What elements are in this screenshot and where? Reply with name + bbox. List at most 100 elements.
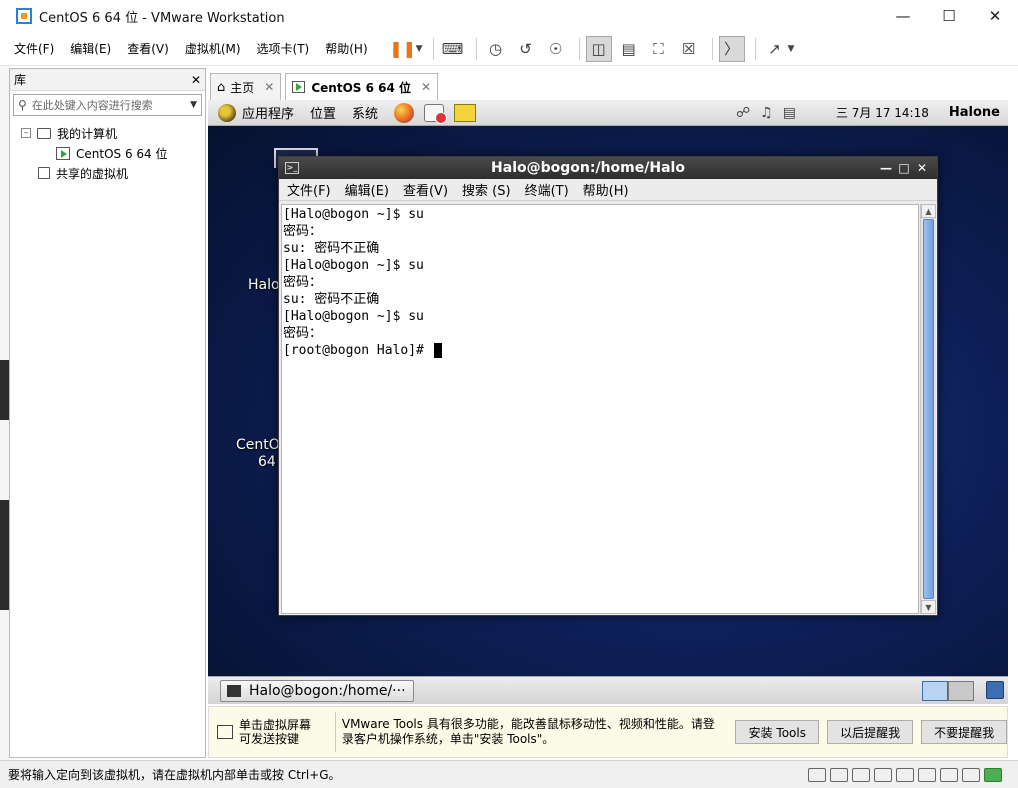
gnome-bottom-panel: Halo@bogon:/home/··· <box>208 676 1008 704</box>
keyboard-click-icon <box>217 725 233 739</box>
scroll-thumb[interactable] <box>923 219 934 599</box>
library-search-input[interactable]: ⚲ 在此处键入内容进行搜索 ▼ <box>13 94 202 116</box>
terminal-line: [Halo@bogon ~]$ su <box>283 207 424 222</box>
trash-icon[interactable] <box>986 681 1004 699</box>
tab-close-icon[interactable]: ✕ <box>264 80 274 94</box>
maximize-button[interactable]: ☐ <box>926 0 972 32</box>
menu-file[interactable]: 文件(F) <box>14 40 54 57</box>
guest-display[interactable]: 应用程序 位置 系统 ☍ ♫ ▤ 三 7月 17 14:18 Halone Ha… <box>208 100 1008 704</box>
menu-system[interactable]: 系统 <box>352 103 378 122</box>
terminal-output[interactable]: [Halo@bogon ~]$ su 密码： su: 密码不正确 [Halo@b… <box>281 204 919 614</box>
term-menu-view[interactable]: 查看(V) <box>403 180 448 199</box>
tree-item-my-computer[interactable]: – 我的计算机 <box>10 123 205 143</box>
stretch-dropdown-icon[interactable]: ▼ <box>788 44 795 54</box>
workspace-2[interactable] <box>948 680 974 701</box>
show-library-icon[interactable]: ◫ <box>585 35 612 62</box>
terminal-minimize-icon[interactable]: — <box>877 161 895 175</box>
terminal-titlebar[interactable]: >_ Halo@bogon:/home/Halo — □ ✕ <box>279 157 937 179</box>
workspace-1[interactable] <box>922 680 948 701</box>
menu-edit[interactable]: 编辑(E) <box>70 40 111 57</box>
term-menu-help[interactable]: 帮助(H) <box>583 180 629 199</box>
dvd-desktop-label-2[interactable]: 64 <box>258 454 276 470</box>
full-screen-icon[interactable]: ⛶ <box>646 36 672 62</box>
tree-item-label: 共享的虚拟机 <box>56 166 129 181</box>
menu-tabs[interactable]: 选项卡(T) <box>257 40 310 57</box>
mail-icon[interactable] <box>424 103 448 124</box>
scroll-down-icon[interactable]: ▼ <box>921 600 936 614</box>
library-search-placeholder: 在此处键入内容进行搜索 <box>31 99 153 112</box>
vm-running-icon <box>56 146 70 160</box>
stretch-view-icon[interactable]: ↗ <box>762 36 788 62</box>
terminal-maximize-icon[interactable]: □ <box>895 161 913 175</box>
never-remind-button[interactable]: 不要提醒我 <box>921 720 1008 744</box>
terminal-close-icon[interactable]: ✕ <box>913 161 931 175</box>
term-menu-file[interactable]: 文件(F) <box>287 180 331 199</box>
scroll-up-icon[interactable]: ▲ <box>921 204 936 218</box>
collapse-icon[interactable]: – <box>21 128 31 138</box>
pause-dropdown-icon[interactable]: ▼ <box>416 44 423 54</box>
printer-icon[interactable] <box>918 767 936 782</box>
search-dropdown-icon[interactable]: ▼ <box>190 100 197 110</box>
gnome-foot-icon <box>218 103 236 122</box>
tab-centos[interactable]: CentOS 6 64 位 ✕ <box>285 73 439 100</box>
console-view-icon[interactable]: 〉 <box>718 35 745 62</box>
menu-applications[interactable]: 应用程序 <box>242 103 294 122</box>
unity-icon[interactable]: ☒ <box>676 36 702 62</box>
shared-vm-icon <box>38 167 50 179</box>
menu-help[interactable]: 帮助(H) <box>325 40 367 57</box>
menu-places[interactable]: 位置 <box>310 103 336 122</box>
terminal-window[interactable]: >_ Halo@bogon:/home/Halo — □ ✕ 文件(F) 编辑(… <box>278 156 938 616</box>
messages-icon[interactable] <box>984 767 1002 782</box>
usb-icon[interactable] <box>874 767 892 782</box>
term-menu-edit[interactable]: 编辑(E) <box>345 180 389 199</box>
snapshot-manager-icon[interactable]: ☉ <box>543 36 569 62</box>
firefox-icon[interactable] <box>394 102 415 123</box>
terminal-cursor <box>433 343 442 358</box>
send-ctrl-alt-del-icon[interactable]: ⌨ <box>440 36 466 62</box>
dvd-desktop-label[interactable]: CentO <box>236 437 280 453</box>
panel-clock[interactable]: 三 7月 17 14:18 <box>836 104 929 121</box>
taskbar-terminal-button[interactable]: Halo@bogon:/home/··· <box>220 679 414 702</box>
panel-user[interactable]: Halone <box>949 105 1000 120</box>
tree-item-label: CentOS 6 64 位 <box>76 146 168 161</box>
terminal-menu: 文件(F) 编辑(E) 查看(V) 搜索 (S) 终端(T) 帮助(H) <box>279 179 937 201</box>
minimize-button[interactable]: — <box>880 0 926 32</box>
terminal-line: 密码： <box>283 326 323 341</box>
cdrom-icon[interactable] <box>830 767 848 782</box>
snapshot-icon[interactable]: ◷ <box>483 36 509 62</box>
network-icon[interactable]: ☍ <box>736 105 750 121</box>
volume-icon[interactable]: ♫ <box>760 105 773 121</box>
sound-icon[interactable] <box>896 767 914 782</box>
display-icon[interactable]: ▤ <box>783 105 796 121</box>
home-desktop-label[interactable]: Halo <box>248 277 280 293</box>
hint-message: VMware Tools 具有很多功能，能改善鼠标移动性、视频和性能。请登录客户… <box>341 717 715 746</box>
terminal-line: 密码： <box>283 275 323 290</box>
remind-later-button[interactable]: 以后提醒我 <box>827 720 914 744</box>
window-controls: — ☐ ✕ <box>880 0 1018 32</box>
show-thumbnail-icon[interactable]: ▤ <box>616 36 642 62</box>
terminal-scrollbar[interactable]: ▲ ▼ <box>920 204 936 614</box>
pause-icon[interactable]: ❚❚ <box>389 36 416 62</box>
tab-close-icon[interactable]: ✕ <box>421 80 431 94</box>
terminal-prompt-line: [root@bogon Halo]# <box>283 342 918 359</box>
network-adapter-icon[interactable] <box>852 767 870 782</box>
revert-snapshot-icon[interactable]: ↺ <box>513 36 539 62</box>
term-menu-terminal[interactable]: 终端(T) <box>525 180 569 199</box>
menu-vm[interactable]: 虚拟机(M) <box>185 40 241 57</box>
toolbar: ❚❚ ▼ ⌨ ◷ ↺ ☉ ◫ ▤ ⛶ ☒ 〉 ↗ ▼ <box>389 35 799 62</box>
install-tools-button[interactable]: 安装 Tools <box>735 720 820 744</box>
term-menu-search[interactable]: 搜索 (S) <box>462 180 511 199</box>
library-close-icon[interactable]: ✕ <box>191 73 201 87</box>
tab-home[interactable]: ⌂ 主页 ✕ <box>210 73 282 100</box>
close-window-button[interactable]: ✕ <box>972 0 1018 32</box>
terminal-line: [Halo@bogon ~]$ su <box>283 309 424 324</box>
library-title: 库 <box>14 73 27 87</box>
display-status-icon[interactable] <box>940 767 958 782</box>
notes-icon[interactable] <box>454 103 477 122</box>
menu-view[interactable]: 查看(V) <box>127 40 169 57</box>
tree-item-centos-vm[interactable]: CentOS 6 64 位 <box>10 143 205 163</box>
hdd-icon[interactable] <box>808 767 826 782</box>
camera-icon[interactable] <box>962 767 980 782</box>
gnome-top-panel: 应用程序 位置 系统 ☍ ♫ ▤ 三 7月 17 14:18 Halone <box>208 100 1008 126</box>
tree-item-shared-vms[interactable]: 共享的虚拟机 <box>10 163 205 183</box>
